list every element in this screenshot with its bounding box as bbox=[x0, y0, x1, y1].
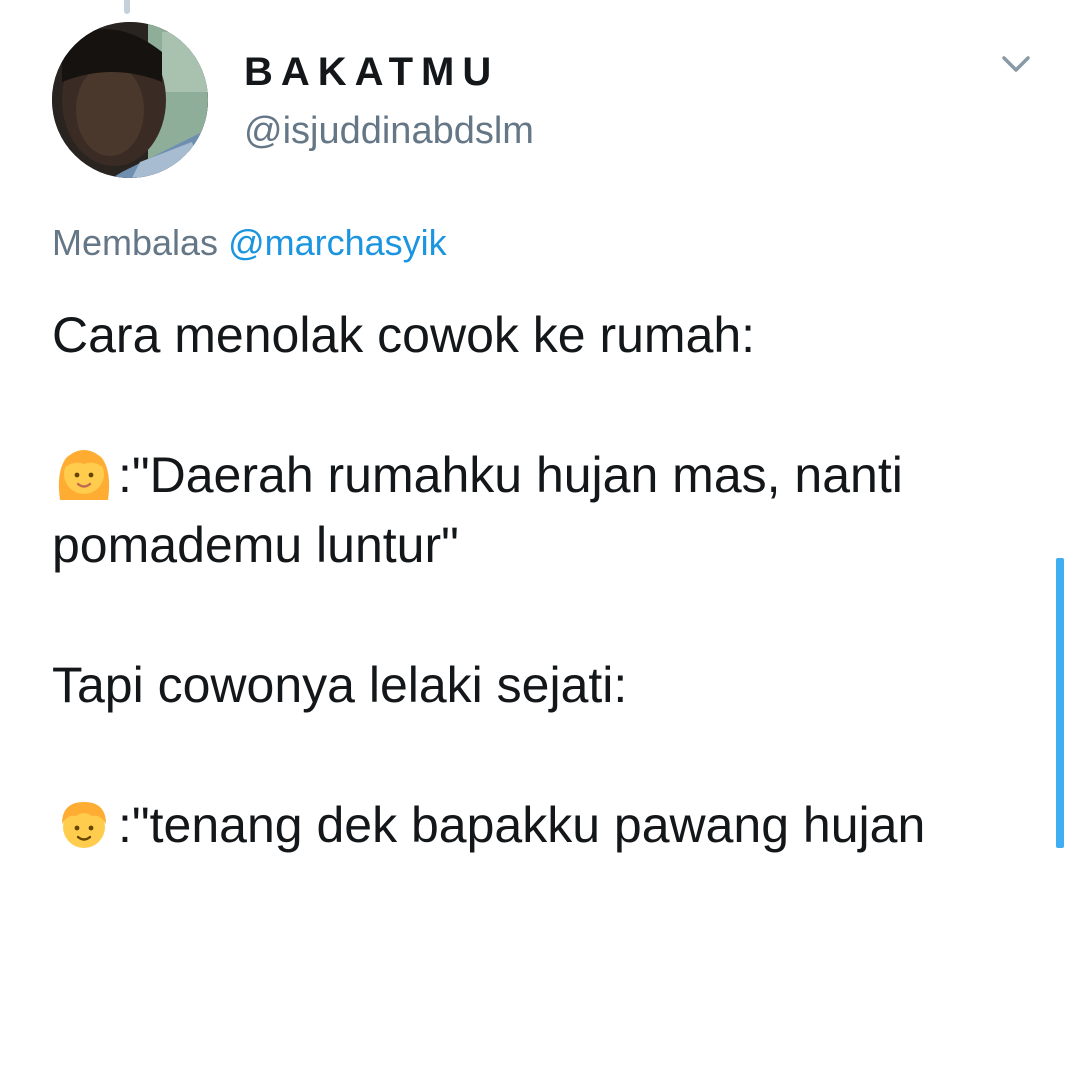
reply-prefix: Membalas bbox=[52, 222, 219, 263]
avatar-photo bbox=[52, 22, 208, 178]
girl-quote-text: :"Daerah rumahku hujan mas, nanti pomade… bbox=[52, 447, 903, 573]
boy-quote-text: :"tenang dek bapakku pawang hujan bbox=[118, 797, 926, 853]
user-handle[interactable]: @isjuddinabdslm bbox=[244, 110, 534, 153]
girl-emoji bbox=[52, 442, 116, 506]
tweet-line-girl-quote: :"Daerah rumahku hujan mas, nanti pomade… bbox=[52, 440, 1012, 580]
tweet-line-transition: Tapi cowonya lelaki sejati: bbox=[52, 657, 628, 713]
reply-mention-link[interactable]: @marchasyik bbox=[228, 222, 447, 263]
tweet-line-intro: Cara menolak cowok ke rumah: bbox=[52, 307, 756, 363]
thread-connector-line bbox=[124, 0, 130, 14]
reply-context: Membalas @marchasyik bbox=[52, 222, 447, 264]
avatar[interactable] bbox=[52, 22, 208, 178]
tweet-text: Cara menolak cowok ke rumah: :"Daerah ru… bbox=[52, 300, 1012, 860]
scroll-indicator[interactable] bbox=[1056, 558, 1064, 848]
chevron-down-icon[interactable] bbox=[996, 48, 1036, 84]
tweet-line-boy-quote: :"tenang dek bapakku pawang hujan bbox=[52, 790, 1012, 860]
display-name[interactable]: BAKATMU bbox=[244, 50, 499, 95]
boy-emoji bbox=[52, 792, 116, 856]
